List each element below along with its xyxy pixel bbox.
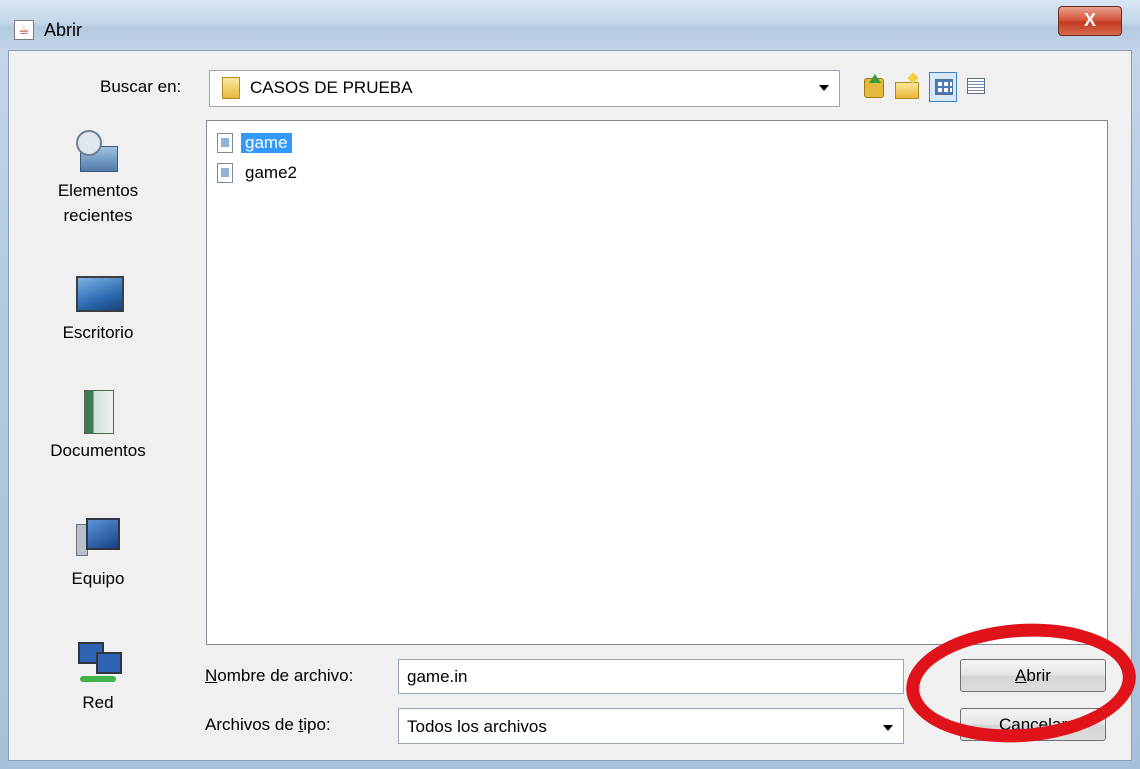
file-name-label-mnemonic: N — [205, 666, 218, 685]
places-documents[interactable]: Documentos — [36, 390, 160, 463]
look-in-value: CASOS DE PRUEBA — [250, 78, 413, 97]
documents-icon — [76, 390, 120, 434]
close-button[interactable]: X — [1058, 6, 1122, 36]
network-icon — [76, 642, 122, 684]
places-computer-label: Equipo — [71, 569, 125, 588]
list-view-icon[interactable] — [929, 72, 957, 102]
look-in-label: Buscar en: — [100, 77, 182, 96]
file-type-combobox[interactable]: Todos los archivos — [398, 708, 904, 744]
file-name: game — [241, 133, 292, 153]
places-network-label: Red — [82, 693, 114, 712]
places-documents-label: Documentos — [50, 441, 146, 460]
file-type-label-pre: Archivos de — [205, 715, 299, 734]
new-folder-icon[interactable] — [893, 72, 921, 102]
up-folder-icon[interactable] — [860, 72, 888, 102]
computer-icon — [76, 518, 120, 560]
places-recent[interactable]: Elementos recientes — [36, 130, 160, 228]
file-type-label: Archivos de tipo: — [205, 715, 331, 735]
places-recent-label-2: recientes — [63, 206, 133, 225]
window-title: Abrir — [44, 20, 83, 40]
file-name-label: Nombre de archivo: — [205, 666, 353, 686]
desktop-icon — [76, 272, 124, 314]
title-bar[interactable]: ☕ Abrir X — [0, 0, 1140, 50]
places-desktop-label: Escritorio — [62, 323, 134, 342]
places-recent-label-1: Elementos — [57, 181, 139, 200]
details-view-icon[interactable] — [962, 72, 990, 102]
java-cup-icon: ☕ — [14, 20, 34, 40]
chevron-down-icon[interactable] — [819, 85, 829, 91]
file-icon — [217, 163, 233, 183]
chevron-down-icon[interactable] — [883, 725, 893, 731]
file-name-input[interactable] — [398, 659, 904, 694]
file-list[interactable]: game game2 — [206, 120, 1108, 645]
file-icon — [217, 133, 233, 153]
file-type-label-post: ipo: — [303, 715, 331, 734]
file-name-label-rest: ombre de archivo: — [217, 666, 354, 685]
file-name: game2 — [245, 163, 297, 182]
places-desktop[interactable]: Escritorio — [36, 272, 160, 345]
places-computer[interactable]: Equipo — [36, 518, 160, 591]
look-in-combobox[interactable]: CASOS DE PRUEBA — [209, 70, 840, 107]
folder-icon — [222, 77, 240, 99]
recent-items-icon — [76, 130, 120, 172]
file-type-value: Todos los archivos — [407, 717, 547, 736]
places-network[interactable]: Red — [36, 642, 160, 715]
